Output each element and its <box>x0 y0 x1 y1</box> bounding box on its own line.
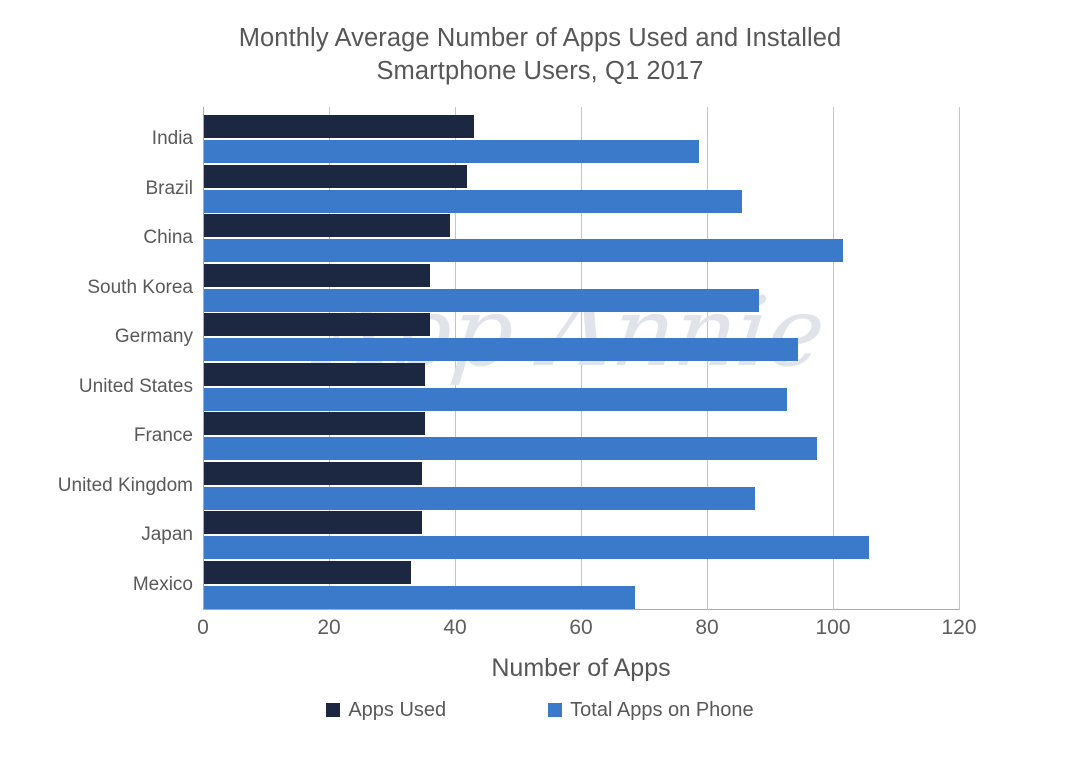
bar-group <box>204 313 960 361</box>
bar[interactable] <box>204 486 756 510</box>
x-axis-tick-labels: 0 20 40 60 80 100 120 <box>197 615 976 645</box>
bar[interactable] <box>204 115 474 138</box>
bar[interactable] <box>204 387 787 411</box>
bar-group <box>204 263 960 312</box>
x-axis-title: Number of Apps <box>491 654 671 682</box>
plot-area: App Annie <box>203 107 960 610</box>
bar[interactable] <box>204 412 426 435</box>
legend-swatch-icon <box>326 703 341 717</box>
y-axis-label: France <box>133 425 193 446</box>
bar[interactable] <box>204 461 422 485</box>
legend-item[interactable]: Apps Used <box>326 698 446 722</box>
y-axis-label: China <box>143 227 193 248</box>
bar[interactable] <box>204 362 426 386</box>
bar-group <box>204 214 960 262</box>
legend-label: Apps Used <box>348 699 447 721</box>
y-axis-label: Japan <box>141 524 193 545</box>
bar[interactable] <box>204 263 431 287</box>
x-axis-tick: 120 <box>941 616 977 639</box>
bar[interactable] <box>204 585 635 609</box>
bar[interactable] <box>204 536 870 559</box>
bar-group <box>204 412 960 460</box>
x-axis-tick: 40 <box>443 616 467 639</box>
bar[interactable] <box>204 164 468 188</box>
x-axis-tick: 20 <box>317 616 341 639</box>
bar-chart: Monthly Average Number of Apps Used and … <box>0 0 1080 757</box>
chart-legend: Apps Used Total Apps on Phone <box>0 698 1080 722</box>
bar[interactable] <box>204 214 450 237</box>
bar-group <box>204 560 960 609</box>
bar[interactable] <box>204 511 422 534</box>
y-axis-label: United Kingdom <box>57 474 193 496</box>
bar-group <box>204 164 960 213</box>
x-axis-tick: 100 <box>815 616 851 639</box>
legend-label: Total Apps on Phone <box>570 699 754 721</box>
x-axis-tick: 60 <box>569 616 593 639</box>
chart-title-line-1: Monthly Average Number of Apps Used and … <box>238 24 842 52</box>
x-axis-tick: 0 <box>197 616 209 639</box>
y-axis-label: Germany <box>114 326 193 347</box>
bar[interactable] <box>204 560 412 584</box>
bar[interactable] <box>204 437 817 460</box>
bar-group <box>204 511 960 559</box>
y-axis-label: United States <box>78 375 193 397</box>
y-axis-label: Mexico <box>132 573 193 595</box>
bar-group <box>204 461 960 510</box>
y-axis-label: Brazil <box>145 177 193 199</box>
bar[interactable] <box>204 288 760 312</box>
bar-group <box>204 115 960 163</box>
bar[interactable] <box>204 189 743 213</box>
bar[interactable] <box>204 239 844 262</box>
y-axis-label: India <box>151 128 193 149</box>
bar[interactable] <box>204 313 431 336</box>
bar[interactable] <box>204 140 699 163</box>
y-axis-label: South Korea <box>87 276 193 298</box>
chart-title-line-2: Smartphone Users, Q1 2017 <box>376 57 704 85</box>
legend-swatch-icon <box>548 703 563 717</box>
bar-group <box>204 362 960 411</box>
y-axis-category-labels: India Brazil China South Korea Germany United… <box>13 107 193 610</box>
chart-title: Monthly Average Number of Apps Used and … <box>0 22 1080 88</box>
x-axis-tick: 80 <box>695 616 719 639</box>
legend-item[interactable]: Total Apps on Phone <box>548 698 754 722</box>
bar[interactable] <box>204 338 799 361</box>
